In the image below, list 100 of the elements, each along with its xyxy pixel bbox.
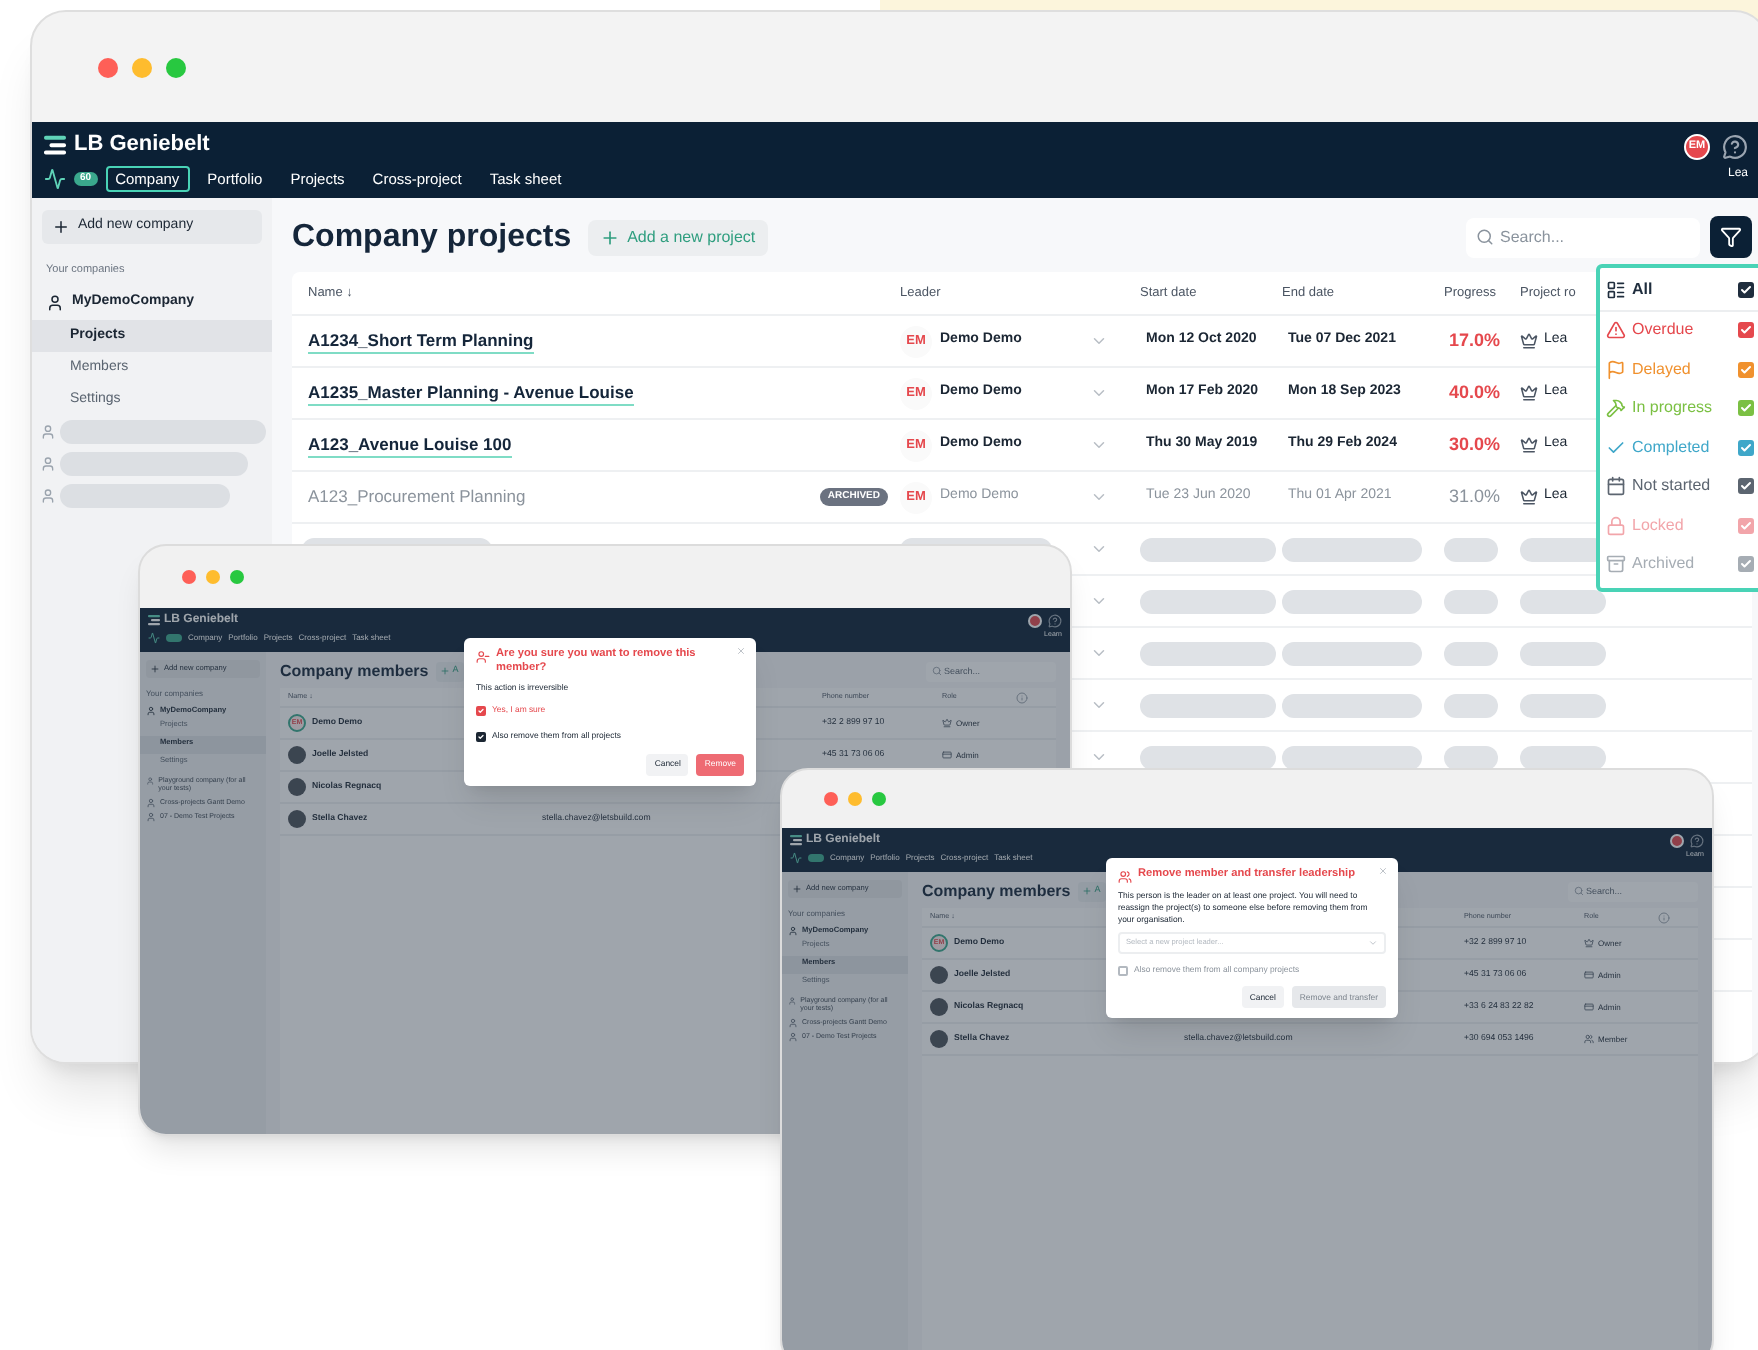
window-minimize-control[interactable] (848, 792, 862, 806)
filter-option[interactable]: All (1632, 278, 1653, 303)
person-icon (40, 488, 56, 505)
checkbox[interactable] (1118, 965, 1128, 976)
checkbox[interactable] (1738, 478, 1754, 495)
chevron-down-icon[interactable] (1090, 436, 1108, 454)
chevron-down-icon[interactable] (1090, 644, 1108, 662)
crown-icon (1520, 332, 1538, 350)
checkbox[interactable] (1738, 361, 1754, 378)
person-icon (146, 797, 156, 808)
plus-icon (52, 218, 70, 236)
checkbox[interactable] (1738, 282, 1754, 299)
help-icon[interactable] (1048, 614, 1062, 628)
loading-bar (1282, 589, 1422, 613)
crown-icon (942, 718, 952, 728)
user-minus-icon (476, 650, 490, 664)
loading-bar (1444, 693, 1498, 717)
chevron-down-icon[interactable] (1090, 332, 1108, 350)
id-card-icon (1584, 970, 1594, 980)
loading-bar (1282, 693, 1422, 717)
person-icon (788, 1031, 798, 1042)
window-zoom-control[interactable] (230, 570, 244, 584)
help-icon[interactable] (1690, 834, 1704, 848)
checkbox[interactable] (476, 705, 486, 716)
page-title: Company members (922, 879, 1071, 903)
checkbox[interactable] (1738, 400, 1754, 417)
people-icon (1118, 870, 1132, 884)
person-icon (46, 294, 64, 312)
window-zoom-control[interactable] (872, 792, 886, 806)
crown-icon (1520, 384, 1538, 402)
checkbox[interactable] (1738, 322, 1754, 339)
project-name-link[interactable]: A123_Avenue Louise 100 (308, 431, 512, 459)
crown-icon (1520, 488, 1538, 506)
checkbox[interactable] (476, 731, 486, 742)
loading-bar (1520, 589, 1606, 613)
chevron-down-icon[interactable] (1090, 540, 1108, 558)
filter-option[interactable]: Overdue (1632, 318, 1694, 343)
add-project-button[interactable]: Add a new project (587, 219, 768, 255)
progress-value: 17.0% (1446, 327, 1502, 354)
loading-bar (1520, 693, 1606, 717)
count-badge (808, 854, 824, 862)
loading-bar (1444, 537, 1498, 561)
calendar-icon (1606, 476, 1626, 497)
progress-value: 31.0% (1446, 483, 1502, 510)
loading-bar (1282, 537, 1422, 561)
plus-icon (440, 666, 451, 676)
chevron-down-icon[interactable] (1090, 696, 1108, 714)
filter-button[interactable] (1710, 216, 1752, 258)
loading-bar (1140, 537, 1276, 561)
project-name-link[interactable]: A1235_Master Planning - Avenue Louise (308, 379, 634, 407)
count-badge (166, 634, 182, 642)
loading-bar (1140, 693, 1276, 717)
checkbox[interactable] (1738, 517, 1754, 534)
check-icon (1606, 437, 1626, 458)
checkbox[interactable] (1738, 556, 1754, 573)
project-name-link[interactable]: A1234_Short Term Planning (308, 327, 534, 355)
chevron-down-icon (1368, 938, 1378, 948)
user-avatar[interactable] (1670, 834, 1684, 848)
person-icon (788, 1017, 798, 1028)
pulse-icon[interactable] (44, 167, 66, 190)
plus-icon (1082, 886, 1093, 896)
plus-icon (150, 664, 160, 674)
window-minimize-control[interactable] (206, 570, 220, 584)
window-close-control[interactable] (824, 792, 838, 806)
page-title: Company projects (292, 217, 572, 257)
chevron-down-icon[interactable] (1090, 592, 1108, 610)
project-name-link[interactable]: A123_Procurement Planning (308, 484, 526, 510)
plus-icon (792, 884, 802, 894)
window-zoom-control[interactable] (166, 57, 186, 77)
hammer-icon (1606, 398, 1626, 419)
info-icon (1016, 691, 1028, 703)
search-icon (932, 666, 942, 676)
filter-option[interactable]: Not started (1632, 474, 1711, 499)
window-minimize-control[interactable] (132, 57, 152, 77)
list-icon (1606, 280, 1626, 301)
filter-icon (1720, 226, 1742, 248)
lock-icon (1606, 515, 1626, 536)
chevron-down-icon[interactable] (1090, 748, 1108, 766)
archive-icon (1606, 554, 1626, 575)
checkbox[interactable] (1738, 439, 1754, 456)
window-close-control[interactable] (182, 570, 196, 584)
logo-icon (148, 614, 160, 626)
loading-bar (1140, 589, 1276, 613)
progress-value: 40.0% (1446, 379, 1502, 406)
logo-icon (44, 134, 66, 156)
loading-bar (1520, 641, 1606, 665)
search-icon (1476, 228, 1494, 246)
user-avatar[interactable] (1028, 614, 1042, 628)
person-icon (40, 424, 56, 441)
search-icon (1574, 886, 1584, 896)
page-title: Company members (280, 659, 429, 683)
search-field[interactable]: Search... (1466, 217, 1700, 257)
crown-icon (1584, 938, 1594, 948)
help-icon[interactable] (1722, 134, 1748, 160)
warning-icon (1606, 320, 1626, 341)
window-close-control[interactable] (98, 57, 118, 77)
loading-bar (1444, 589, 1498, 613)
chevron-down-icon[interactable] (1090, 384, 1108, 402)
chevron-down-icon[interactable] (1090, 488, 1108, 506)
person-icon (40, 456, 56, 473)
